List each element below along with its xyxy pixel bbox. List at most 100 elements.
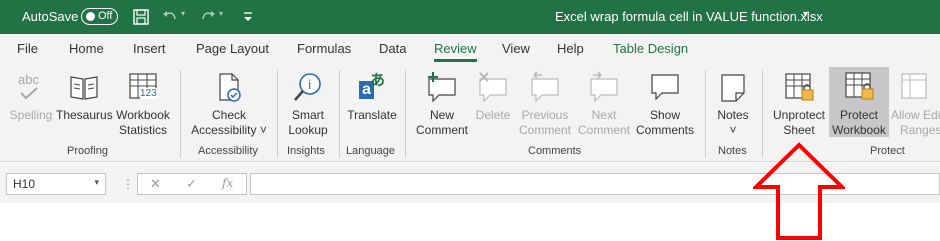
allow-edit-ranges-button[interactable]: Allow Edi Ranges [890, 68, 940, 140]
ribbon-tabs: File Home Insert Page Layout Formulas Da… [0, 34, 940, 64]
title-caret-icon[interactable]: ▾ [803, 9, 808, 20]
thesaurus-icon [70, 76, 98, 100]
tab-insert[interactable]: Insert [133, 41, 166, 56]
tab-view[interactable]: View [502, 41, 530, 56]
name-box-value: H10 [13, 177, 36, 191]
group-label-language: Language [346, 145, 395, 157]
tab-home[interactable]: Home [69, 41, 104, 56]
formula-bar-grip-icon[interactable]: ⋮ [122, 177, 134, 191]
group-label-accessibility: Accessibility [198, 145, 258, 157]
save-icon[interactable] [131, 7, 151, 27]
smart-lookup-button[interactable]: i Smart Lookup [283, 68, 333, 140]
red-arrow-annotation [753, 142, 845, 240]
new-comment-icon [428, 72, 456, 103]
protect-workbook-label-1: Protect [839, 108, 878, 122]
spelling-button[interactable]: abc Spelling [6, 68, 56, 140]
enter-icon[interactable]: ✓ [186, 176, 197, 192]
tab-review[interactable]: Review [434, 41, 477, 62]
svg-text:i: i [308, 78, 311, 92]
unprotect-sheet-icon [785, 73, 814, 101]
redo-caret-icon[interactable]: ▾ [219, 9, 223, 18]
translate-icon-kana: あ [370, 72, 386, 89]
workbook-statistics-label-1: Workbook [116, 108, 170, 122]
name-box-dropdown-icon[interactable]: ▾ [94, 177, 99, 188]
autosave-toggle[interactable]: Off [81, 8, 118, 25]
workbook-statistics-icon: 123 [127, 71, 159, 103]
previous-comment-label-2: Comment [518, 123, 571, 137]
unprotect-sheet-button[interactable]: Unprotect Sheet [768, 68, 830, 140]
notes-button[interactable]: Notes ˅ [711, 68, 755, 140]
show-comments-label-2: Comments [635, 123, 694, 137]
new-comment-button[interactable]: New Comment [412, 68, 472, 140]
new-comment-label-2: Comment [415, 123, 468, 137]
notes-dropdown-icon: ˅ [729, 123, 737, 137]
thesaurus-label: Thesaurus [56, 108, 113, 122]
new-comment-label-1: New [429, 108, 454, 122]
protect-workbook-label-2: Workbook [832, 123, 886, 137]
allow-edit-ranges-icon [901, 73, 927, 99]
allow-edit-ranges-label-2: Ranges [900, 123, 940, 137]
group-label-insights: Insights [287, 145, 325, 157]
tab-formulas[interactable]: Formulas [297, 41, 351, 56]
smart-lookup-label-2: Lookup [288, 123, 328, 137]
next-comment-icon [590, 71, 618, 103]
tab-data[interactable]: Data [379, 41, 406, 56]
protect-workbook-button[interactable]: Protect Workbook [829, 67, 889, 137]
workbook-statistics-label-2: Statistics [118, 123, 167, 137]
check-accessibility-label-1: Check [211, 108, 246, 122]
tab-page-layout[interactable]: Page Layout [196, 41, 269, 56]
undo-icon[interactable] [160, 7, 180, 27]
workbook-statistics-button[interactable]: 123 Workbook Statistics [112, 68, 174, 140]
group-label-proofing: Proofing [67, 145, 108, 157]
group-separator [277, 70, 278, 158]
autosave-state: Off [98, 10, 113, 22]
group-label-protect: Protect [870, 145, 905, 157]
allow-edit-ranges-label-1: Allow Edi [891, 108, 940, 122]
next-comment-button[interactable]: Next Comment [576, 68, 632, 140]
notes-icon [721, 74, 745, 102]
delete-comment-icon [479, 72, 507, 103]
cancel-icon[interactable]: ✕ [150, 176, 161, 192]
spelling-icon: abc [13, 71, 49, 103]
group-label-notes: Notes [718, 145, 747, 157]
translate-icon: a あ [356, 71, 388, 103]
redo-icon[interactable] [198, 7, 218, 27]
delete-comment-button[interactable]: Delete [472, 68, 514, 140]
previous-comment-button[interactable]: Previous Comment [514, 68, 576, 140]
notes-label-1: Notes [717, 108, 749, 122]
name-box[interactable]: H10 ▾ [6, 173, 106, 195]
title-bar: AutoSave Off ▾ ▾ Excel wrap formula cell… [0, 0, 940, 34]
previous-comment-icon [531, 71, 559, 103]
toggle-knob [86, 12, 95, 21]
smart-lookup-label-1: Smart [291, 108, 324, 122]
translate-button[interactable]: a あ Translate [343, 68, 401, 140]
show-comments-button[interactable]: Show Comments [632, 68, 698, 140]
tab-table-design[interactable]: Table Design [613, 41, 688, 56]
protect-workbook-icon [845, 72, 874, 100]
previous-comment-label-1: Previous [521, 108, 569, 122]
next-comment-label-2: Comment [577, 123, 630, 137]
document-title[interactable]: Excel wrap formula cell in VALUE functio… [555, 9, 823, 24]
unprotect-sheet-label-2: Sheet [783, 123, 815, 137]
customize-toolbar-icon[interactable] [238, 7, 258, 27]
insert-function-icon[interactable]: fx [222, 176, 233, 190]
group-separator [405, 70, 406, 158]
translate-label: Translate [347, 108, 397, 122]
group-separator [705, 70, 706, 158]
check-accessibility-icon [219, 73, 241, 102]
thesaurus-button[interactable]: Thesaurus [56, 68, 113, 140]
group-label-comments: Comments [528, 145, 582, 157]
group-separator [180, 70, 181, 158]
show-comments-icon [651, 74, 679, 101]
statistics-icon-text: 123 [140, 88, 157, 99]
show-comments-label-1: Show [649, 108, 681, 122]
undo-caret-icon[interactable]: ▾ [181, 9, 185, 18]
tab-file[interactable]: File [17, 41, 38, 56]
spelling-label: Spelling [9, 108, 53, 122]
check-accessibility-button[interactable]: Check Accessibility ˅ [188, 68, 270, 140]
autosave-label: AutoSave [22, 9, 79, 24]
next-comment-label-1: Next [591, 108, 617, 122]
group-separator [339, 70, 340, 158]
check-accessibility-label-2: Accessibility ˅ [191, 123, 267, 137]
tab-help[interactable]: Help [557, 41, 584, 56]
